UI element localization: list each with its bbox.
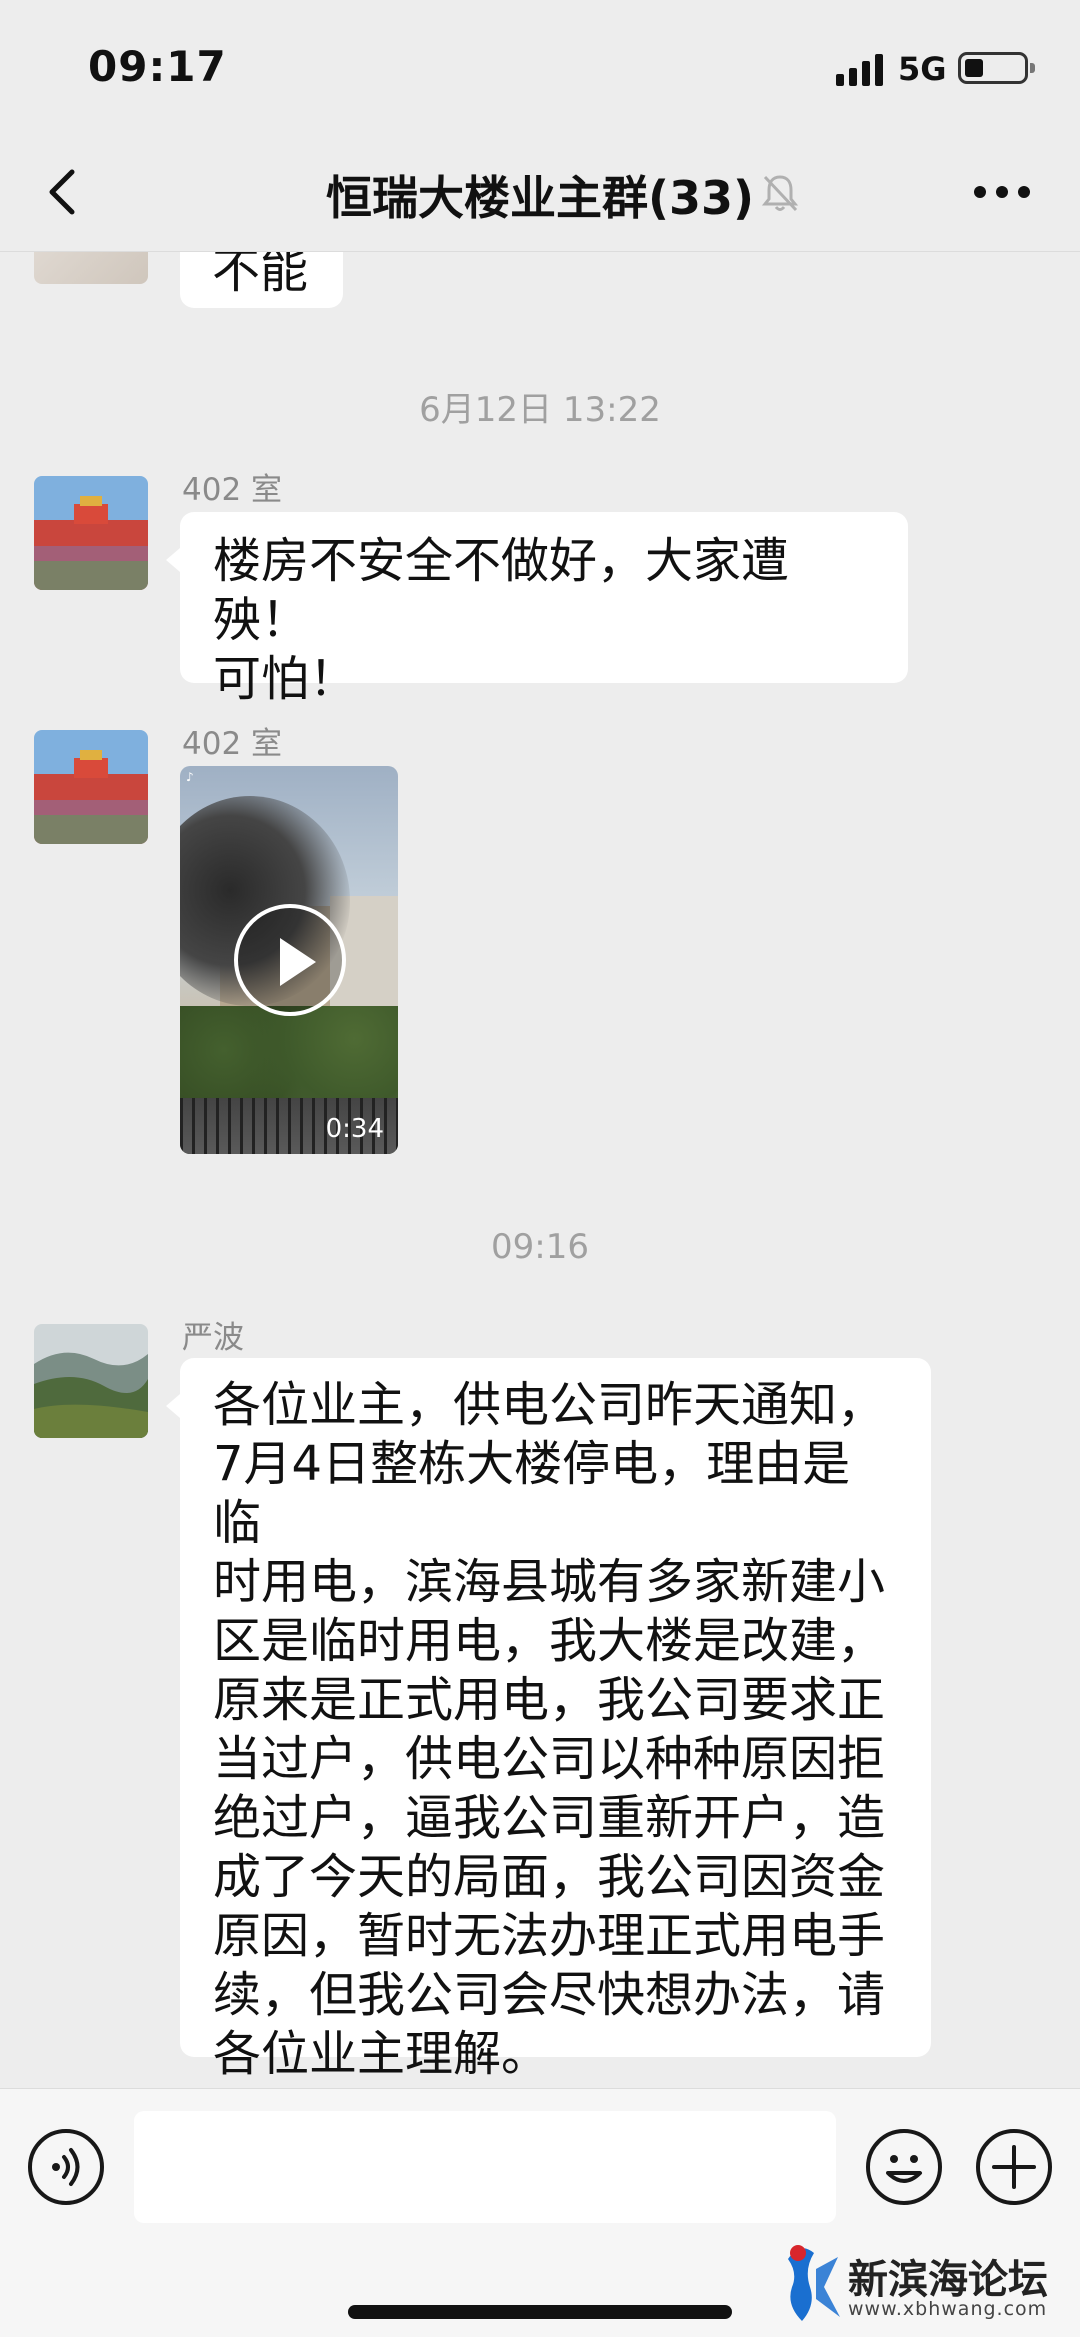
- avatar[interactable]: [34, 1324, 148, 1438]
- message-line: 可怕！: [213, 651, 358, 707]
- chat-title: 恒瑞大楼业主群(33): [325, 171, 755, 225]
- message-line: 楼房不安全不做好，大家遭殃！: [213, 533, 790, 648]
- message-line: 绝过户，逼我公司重新开户，造: [213, 1790, 886, 1846]
- plus-icon: [992, 2145, 1036, 2189]
- watermark-name: 新滨海论坛: [848, 2257, 1048, 2303]
- video-message[interactable]: ♪ 0:34: [180, 766, 398, 1154]
- message-bubble[interactable]: 各位业主，供电公司昨天通知， 7月4日整栋大楼停电，理由是临 时用电，滨海县城有…: [166, 1358, 931, 2082]
- emoji-icon: [886, 2155, 922, 2183]
- status-time: 09:17: [88, 42, 227, 91]
- avatar[interactable]: [34, 252, 148, 284]
- message-line: 续，但我公司会尽快想办法，请: [213, 1967, 886, 2023]
- message-line: 当过户，供电公司以种种原因拒: [213, 1731, 886, 1787]
- voice-input-button[interactable]: [28, 2129, 104, 2205]
- message-text: 不能: [212, 252, 309, 299]
- avatar-image: [34, 1324, 148, 1438]
- message-line: 区是临时用电，我大楼是改建，: [213, 1613, 886, 1669]
- emoji-button[interactable]: [866, 2129, 942, 2205]
- play-icon[interactable]: [234, 904, 346, 1016]
- signal-icon: [836, 54, 883, 86]
- tiktok-logo-icon: ♪: [186, 770, 194, 784]
- message-bubble[interactable]: 不能: [180, 252, 343, 308]
- battery-icon: [958, 52, 1035, 84]
- message-line: 成了今天的局面，我公司因资金: [213, 1849, 886, 1905]
- timestamp: 09:16: [491, 1227, 589, 1267]
- message-line: 原因，暂时无法办理正式用电手: [213, 1908, 886, 1964]
- voice-icon: [52, 2148, 80, 2186]
- message-bubble[interactable]: 楼房不安全不做好，大家遭殃！ 可怕！: [166, 512, 908, 707]
- avatar-image: [34, 476, 148, 590]
- more-functions-button[interactable]: [976, 2129, 1052, 2205]
- video-duration: 0:34: [325, 1114, 384, 1144]
- message-line: 各位业主理解。: [213, 2026, 550, 2082]
- more-options-icon[interactable]: [972, 182, 1032, 202]
- timestamp: 6月12日 13:22: [419, 390, 661, 430]
- nav-bar: 恒瑞大楼业主群(33): [0, 130, 1080, 252]
- message-line: 各位业主，供电公司昨天通知，: [213, 1377, 886, 1433]
- avatar-image: [34, 730, 148, 844]
- message-line: 时用电，滨海县城有多家新建小: [213, 1554, 886, 1610]
- sender-name: 402 室: [182, 726, 283, 762]
- avatar[interactable]: [34, 476, 148, 590]
- message-line: 7月4日整栋大楼停电，理由是临: [213, 1436, 851, 1551]
- message-line: 原来是正式用电，我公司要求正: [213, 1672, 886, 1728]
- message-input[interactable]: [134, 2111, 836, 2223]
- status-bar: 09:17 5G: [0, 0, 1080, 130]
- mute-bell-icon: [761, 175, 799, 212]
- sender-name: 402 室: [182, 472, 283, 508]
- watermark-url: www.xbhwang.com: [848, 2298, 1048, 2320]
- home-indicator: [348, 2305, 732, 2319]
- chat-messages[interactable]: 不能 6月12日 13:22 402 室 楼房不安全不做好，大家遭殃！ 可怕！ …: [0, 252, 1080, 2087]
- network-type: 5G: [898, 50, 947, 88]
- avatar[interactable]: [34, 730, 148, 844]
- sender-name: 严波: [182, 1320, 244, 1356]
